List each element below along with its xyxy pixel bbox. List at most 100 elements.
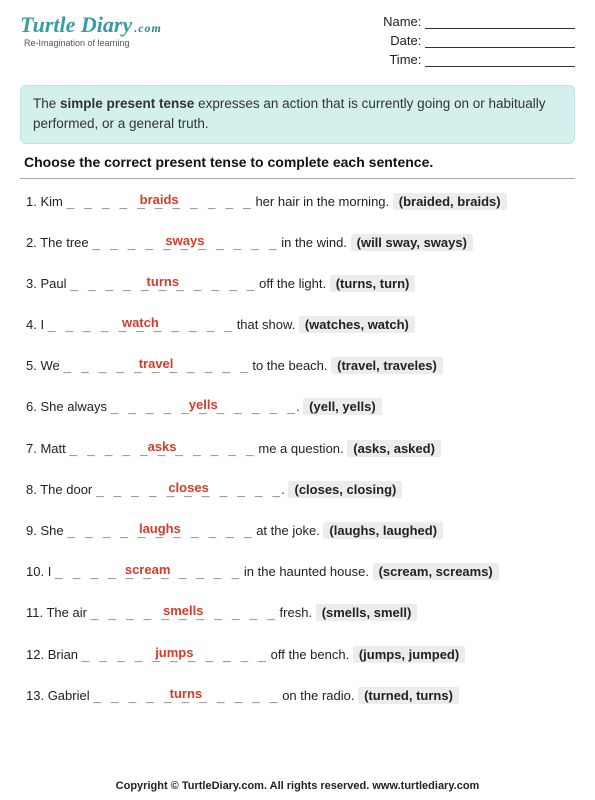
answer-text: watch	[122, 314, 159, 332]
question-number: 10.	[26, 564, 48, 579]
answer-options: (watches, watch)	[299, 316, 415, 333]
question-row: 1. Kim _ _ _ _ _ _ _ _ _ _ _braids her h…	[26, 193, 575, 212]
question-number: 7.	[26, 441, 40, 456]
answer-text: jumps	[155, 644, 193, 662]
question-number: 4.	[26, 317, 40, 332]
logo-suffix: .com	[134, 21, 162, 35]
question-row: 10. I _ _ _ _ _ _ _ _ _ _ _scream in the…	[26, 563, 575, 582]
divider	[20, 178, 575, 179]
answer-text: scream	[125, 561, 171, 579]
footer: Copyright © TurtleDiary.com. All rights …	[0, 780, 595, 792]
question-post: me a question.	[255, 441, 348, 456]
question-post: that show.	[233, 317, 299, 332]
worksheet-header: Turtle Diary.com Re-Imagination of learn…	[20, 14, 575, 71]
question-post: at the joke.	[253, 523, 324, 538]
question-pre: The door	[40, 482, 96, 497]
info-box: The simple present tense expresses an ac…	[20, 85, 575, 144]
question-post: off the light.	[255, 276, 329, 291]
answer-text: travel	[139, 355, 174, 373]
question-post: off the bench.	[267, 647, 353, 662]
question-post: in the wind.	[278, 235, 351, 250]
answer-blank[interactable]: _ _ _ _ _ _ _ _ _ _ _turns	[70, 276, 255, 294]
answer-blank[interactable]: _ _ _ _ _ _ _ _ _ _ _scream	[55, 564, 240, 582]
question-pre: Matt	[40, 441, 69, 456]
answer-blank[interactable]: _ _ _ _ _ _ _ _ _ _ _travel	[63, 358, 248, 376]
question-row: 5. We _ _ _ _ _ _ _ _ _ _ _travel to the…	[26, 357, 575, 376]
answer-options: (scream, screams)	[373, 563, 499, 580]
answer-options: (laughs, laughed)	[323, 522, 443, 539]
question-pre: I	[48, 564, 55, 579]
question-pre: Paul	[40, 276, 70, 291]
question-row: 13. Gabriel _ _ _ _ _ _ _ _ _ _ _turns o…	[26, 687, 575, 706]
question-post: her hair in the morning.	[252, 194, 393, 209]
logo-main: Turtle Diary	[20, 12, 132, 37]
question-number: 2.	[26, 235, 40, 250]
question-row: 3. Paul _ _ _ _ _ _ _ _ _ _ _turns off t…	[26, 275, 575, 294]
question-pre: The tree	[40, 235, 92, 250]
answer-blank[interactable]: _ _ _ _ _ _ _ _ _ _ _laughs	[67, 523, 252, 541]
question-pre: She	[40, 523, 67, 538]
answer-options: (closes, closing)	[288, 481, 402, 498]
instructions: Choose the correct present tense to comp…	[20, 154, 575, 170]
time-field[interactable]	[425, 66, 575, 67]
question-pre: Gabriel	[48, 688, 94, 703]
name-field[interactable]	[425, 28, 575, 29]
answer-text: turns	[170, 685, 203, 703]
question-pre: We	[40, 358, 63, 373]
question-number: 1.	[26, 194, 40, 209]
question-row: 2. The tree _ _ _ _ _ _ _ _ _ _ _sways i…	[26, 234, 575, 253]
answer-options: (turns, turn)	[330, 275, 416, 292]
answer-text: turns	[147, 273, 180, 291]
answer-blank[interactable]: _ _ _ _ _ _ _ _ _ _ _sways	[92, 235, 277, 253]
answer-text: laughs	[139, 520, 181, 538]
question-number: 11.	[26, 605, 46, 620]
question-number: 12.	[26, 647, 48, 662]
question-row: 4. I _ _ _ _ _ _ _ _ _ _ _watch that sho…	[26, 316, 575, 335]
date-field[interactable]	[425, 47, 575, 48]
answer-blank[interactable]: _ _ _ _ _ _ _ _ _ _ _watch	[48, 317, 233, 335]
question-pre: Kim	[40, 194, 66, 209]
answer-options: (asks, asked)	[347, 440, 441, 457]
question-post: in the haunted house.	[240, 564, 372, 579]
answer-options: (turned, turns)	[358, 687, 459, 704]
answer-text: asks	[148, 438, 177, 456]
question-pre: The air	[46, 605, 90, 620]
question-number: 8.	[26, 482, 40, 497]
answer-text: yells	[189, 396, 218, 414]
answer-blank[interactable]: _ _ _ _ _ _ _ _ _ _ _closes	[96, 482, 281, 500]
question-number: 13.	[26, 688, 48, 703]
logo-tagline: Re-Imagination of learning	[24, 38, 162, 48]
question-number: 3.	[26, 276, 40, 291]
answer-blank[interactable]: _ _ _ _ _ _ _ _ _ _ _smells	[91, 605, 276, 623]
name-label: Name:	[383, 14, 421, 29]
answer-options: (will sway, sways)	[351, 234, 473, 251]
question-pre: I	[40, 317, 47, 332]
logo-text: Turtle Diary.com	[20, 14, 162, 36]
question-number: 5.	[26, 358, 40, 373]
question-pre: Brian	[48, 647, 82, 662]
question-row: 12. Brian _ _ _ _ _ _ _ _ _ _ _jumps off…	[26, 646, 575, 665]
student-info: Name: Date: Time:	[383, 14, 575, 71]
date-label: Date:	[390, 33, 421, 48]
answer-options: (jumps, jumped)	[353, 646, 465, 663]
question-row: 11. The air _ _ _ _ _ _ _ _ _ _ _smells …	[26, 604, 575, 623]
question-number: 6.	[26, 399, 40, 414]
answer-blank[interactable]: _ _ _ _ _ _ _ _ _ _ _turns	[93, 688, 278, 706]
answer-blank[interactable]: _ _ _ _ _ _ _ _ _ _ _braids	[66, 194, 251, 212]
answer-blank[interactable]: _ _ _ _ _ _ _ _ _ _ _asks	[69, 441, 254, 459]
question-row: 9. She _ _ _ _ _ _ _ _ _ _ _laughs at th…	[26, 522, 575, 541]
answer-text: closes	[168, 479, 208, 497]
question-post: on the radio.	[279, 688, 359, 703]
answer-options: (yell, yells)	[303, 398, 381, 415]
answer-blank[interactable]: _ _ _ _ _ _ _ _ _ _ _jumps	[82, 647, 267, 665]
answer-text: smells	[163, 602, 203, 620]
answer-text: braids	[140, 191, 179, 209]
question-row: 7. Matt _ _ _ _ _ _ _ _ _ _ _asks me a q…	[26, 440, 575, 459]
question-row: 8. The door _ _ _ _ _ _ _ _ _ _ _closes.…	[26, 481, 575, 500]
time-label: Time:	[389, 52, 421, 67]
question-list: 1. Kim _ _ _ _ _ _ _ _ _ _ _braids her h…	[20, 193, 575, 706]
answer-blank[interactable]: _ _ _ _ _ _ _ _ _ _ _yells	[111, 399, 296, 417]
question-number: 9.	[26, 523, 40, 538]
logo: Turtle Diary.com Re-Imagination of learn…	[20, 14, 162, 48]
question-post: to the beach.	[249, 358, 331, 373]
